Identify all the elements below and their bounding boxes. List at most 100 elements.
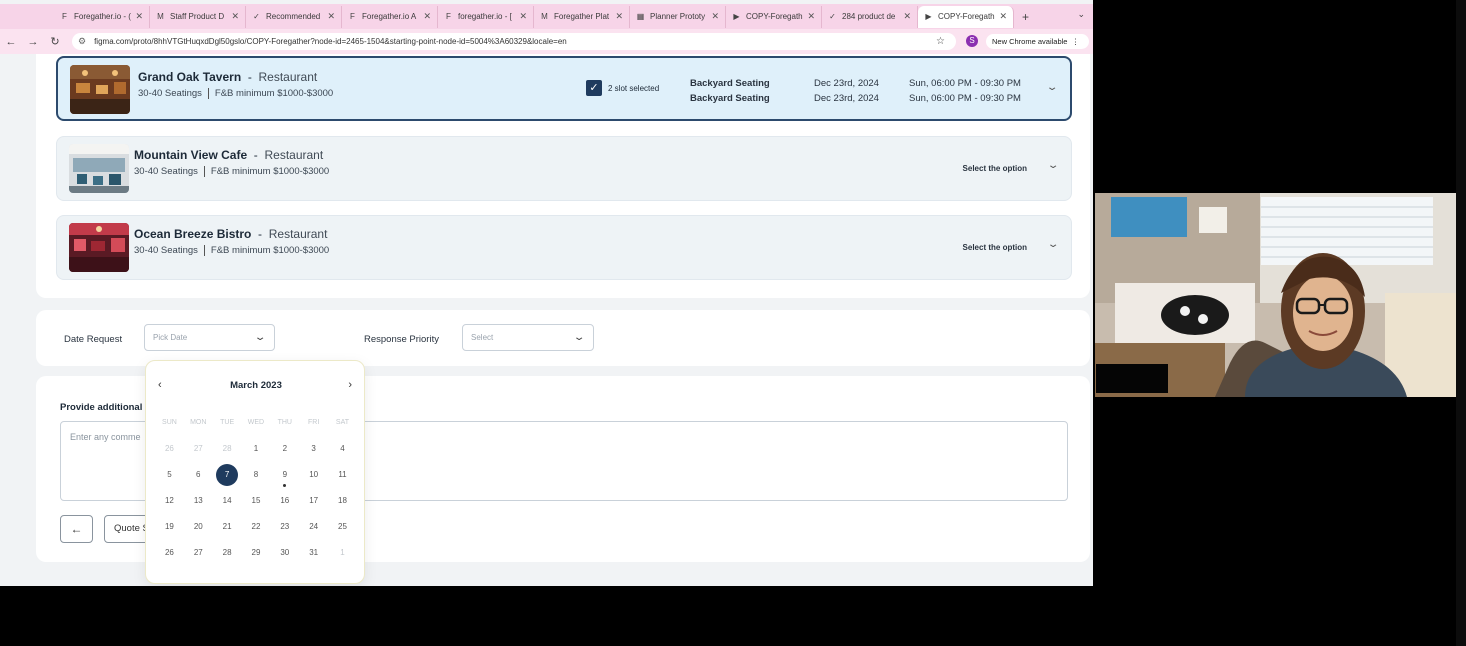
- calendar-day-selected[interactable]: 7: [213, 464, 242, 490]
- tab-close-icon[interactable]: ✕: [807, 11, 815, 22]
- chevron-down-icon[interactable]: ⌄: [1046, 82, 1059, 93]
- calendar-day[interactable]: 4: [328, 438, 357, 464]
- date-picker-calendar: ‹ March 2023 › SUN MON TUE WED THU FRI S…: [145, 360, 365, 584]
- tab-label: COPY-Foregath: [938, 12, 995, 21]
- tab-favicon-icon: M: [541, 12, 548, 21]
- venue-thumbnail: [69, 223, 129, 272]
- calendar-day[interactable]: 6: [184, 464, 213, 490]
- tab-close-icon[interactable]: ✕: [423, 11, 431, 22]
- browser-tab[interactable]: M Staff Product D ✕: [150, 5, 246, 28]
- venue-seatings: 30-40 Seatings: [138, 88, 202, 100]
- tab-close-icon[interactable]: ✕: [231, 11, 239, 22]
- venue-card-ocean-breeze-bistro[interactable]: Ocean Breeze Bistro - Restaurant 30-40 S…: [56, 215, 1072, 280]
- chevron-down-icon[interactable]: ⌄: [1047, 239, 1060, 250]
- tab-search-icon[interactable]: ⌄: [1077, 9, 1085, 20]
- response-priority-select[interactable]: Select ⌄: [462, 324, 594, 351]
- select-option-label[interactable]: Select the option: [963, 164, 1027, 173]
- tab-close-icon[interactable]: ✕: [135, 11, 143, 22]
- venue-card-grand-oak-tavern[interactable]: Grand Oak Tavern - Restaurant 30-40 Seat…: [56, 56, 1072, 121]
- calendar-day[interactable]: 28: [213, 542, 242, 568]
- calendar-day[interactable]: 1: [242, 438, 271, 464]
- slot-area: Backyard Seating: [690, 93, 770, 104]
- reload-icon[interactable]: ↻: [44, 35, 66, 48]
- calendar-day[interactable]: 28: [213, 438, 242, 464]
- browser-tab[interactable]: F Foregather.io - (✕: [54, 5, 150, 28]
- chevron-down-icon[interactable]: ⌄: [1047, 160, 1060, 171]
- calendar-day[interactable]: 31: [299, 542, 328, 568]
- calendar-day[interactable]: 12: [155, 490, 184, 516]
- venue-thumbnail: [69, 144, 129, 193]
- calendar-day[interactable]: 14: [213, 490, 242, 516]
- site-settings-icon[interactable]: ⚙: [78, 36, 86, 47]
- select-option-label[interactable]: Select the option: [963, 243, 1027, 252]
- tab-close-icon[interactable]: ✕: [615, 11, 623, 22]
- calendar-day[interactable]: 22: [242, 516, 271, 542]
- chevron-right-icon[interactable]: ›: [348, 379, 352, 391]
- calendar-day[interactable]: 8: [242, 464, 271, 490]
- slot-selection[interactable]: ✓ 2 slot selected: [586, 80, 659, 96]
- calendar-day[interactable]: 21: [213, 516, 242, 542]
- tab-close-icon[interactable]: ✕: [327, 11, 335, 22]
- calendar-day[interactable]: 29: [242, 542, 271, 568]
- date-picker-input[interactable]: Pick Date ⌄: [144, 324, 275, 351]
- browser-tab[interactable]: F Foregather.io A ✕: [342, 5, 438, 28]
- bookmark-star-icon[interactable]: ☆: [936, 36, 945, 47]
- calendar-day[interactable]: 16: [270, 490, 299, 516]
- calendar-day[interactable]: 17: [299, 490, 328, 516]
- tab-bar: F Foregather.io - (✕ M Staff Product D ✕ ✓ R…: [0, 4, 1093, 29]
- calendar-day[interactable]: 3: [299, 438, 328, 464]
- slot-checkbox[interactable]: ✓: [586, 80, 602, 96]
- tab-label: 284 product de: [842, 12, 896, 21]
- tab-close-icon[interactable]: ✕: [999, 11, 1007, 22]
- venue-title: Mountain View Cafe - Restaurant: [134, 148, 324, 162]
- calendar-day[interactable]: 24: [299, 516, 328, 542]
- new-tab-icon[interactable]: +: [1022, 10, 1029, 24]
- back-button[interactable]: ←: [60, 515, 93, 543]
- calendar-day[interactable]: 26: [155, 542, 184, 568]
- calendar-day[interactable]: 20: [184, 516, 213, 542]
- profile-avatar[interactable]: S: [966, 35, 978, 47]
- webcam-video-feed: [1095, 193, 1456, 397]
- chevron-down-icon: ⌄: [572, 332, 586, 343]
- venue-name: Ocean Breeze Bistro: [134, 227, 252, 241]
- calendar-day[interactable]: 27: [184, 438, 213, 464]
- venue-type: Restaurant: [258, 70, 318, 84]
- calendar-day[interactable]: 25: [328, 516, 357, 542]
- browser-tab[interactable]: ✓ Recommended ✕: [246, 5, 342, 28]
- calendar-day[interactable]: 18: [328, 490, 357, 516]
- back-arrow-icon[interactable]: ←: [0, 36, 22, 48]
- venue-name: Mountain View Cafe: [134, 148, 248, 162]
- venue-seatings: 30-40 Seatings: [134, 166, 198, 178]
- chrome-update-button[interactable]: New Chrome available ⋮: [986, 34, 1089, 49]
- browser-tab[interactable]: M Foregather Plat ✕: [534, 5, 630, 28]
- screen-edge: [1456, 0, 1466, 646]
- browser-tab[interactable]: Fforegather.io - [✕: [438, 5, 534, 28]
- calendar-day[interactable]: 5: [155, 464, 184, 490]
- calendar-day[interactable]: 10: [299, 464, 328, 490]
- calendar-day[interactable]: 1: [328, 542, 357, 568]
- tab-close-icon[interactable]: ✕: [711, 11, 719, 22]
- calendar-day[interactable]: 27: [184, 542, 213, 568]
- forward-arrow-icon[interactable]: →: [22, 36, 44, 48]
- calendar-day[interactable]: 2: [270, 438, 299, 464]
- browser-tab[interactable]: ✓ 284 product de ✕: [822, 5, 918, 28]
- browser-tab[interactable]: ▶ COPY-Foregath ✕: [726, 5, 822, 28]
- calendar-day-marked[interactable]: 9: [270, 464, 299, 490]
- calendar-day[interactable]: 11: [328, 464, 357, 490]
- tab-close-icon[interactable]: ✕: [903, 11, 911, 22]
- slot-area: Backyard Seating: [690, 78, 770, 89]
- calendar-day[interactable]: 23: [270, 516, 299, 542]
- tab-close-icon[interactable]: ✕: [519, 11, 527, 22]
- browser-tab[interactable]: ▦ Planner Prototy ✕: [630, 5, 726, 28]
- calendar-day[interactable]: 13: [184, 490, 213, 516]
- venue-card-mountain-view-cafe[interactable]: Mountain View Cafe - Restaurant 30-40 Se…: [56, 136, 1072, 201]
- calendar-day[interactable]: 26: [155, 438, 184, 464]
- slot-date: Dec 23rd, 2024: [814, 78, 879, 89]
- calendar-day[interactable]: 30: [270, 542, 299, 568]
- calendar-day[interactable]: 19: [155, 516, 184, 542]
- calendar-week: 19 20 21 22 23 24 25: [155, 516, 357, 542]
- browser-tab-active[interactable]: ▶ COPY-Foregath ✕: [918, 5, 1014, 28]
- url-field[interactable]: ⚙ figma.com/proto/8hhVTGtHuqxdDgl50gslo/…: [72, 33, 956, 50]
- slot-area-column: Backyard Seating Backyard Seating: [690, 76, 770, 106]
- calendar-day[interactable]: 15: [242, 490, 271, 516]
